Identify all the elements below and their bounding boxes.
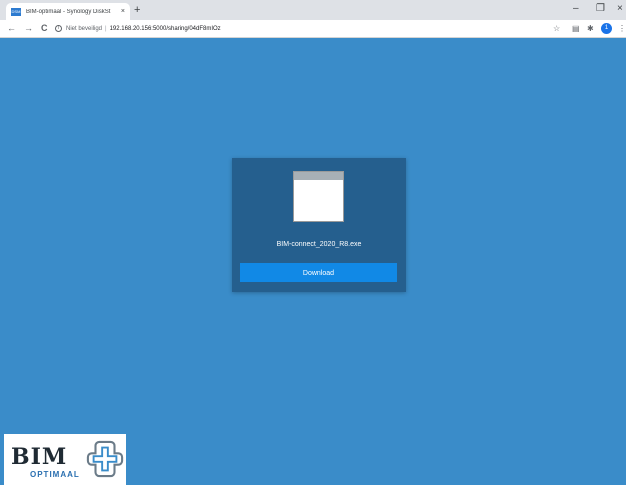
minimize-button[interactable]: –	[573, 3, 579, 15]
file-name: BIM-connect_2020_R8.exe	[276, 241, 362, 248]
file-icon	[293, 171, 344, 222]
browser-toolbar: ← → C i Niet beveiligd | 192.168.20.156:…	[0, 20, 626, 38]
close-window-button[interactable]: ×	[617, 3, 623, 15]
file-icon-titlebar	[294, 172, 343, 180]
close-tab-icon[interactable]: ×	[121, 8, 125, 15]
tab-title: BIM-optimaal - Synology DiskSt	[26, 8, 111, 15]
bookmark-star-icon[interactable]: ☆	[553, 23, 560, 34]
url-text[interactable]: 192.168.20.156:5000/sharing/04dF8mIOz	[110, 26, 221, 32]
maximize-button[interactable]: ❐	[596, 3, 605, 15]
security-label: Niet beveiligd	[66, 25, 103, 32]
profile-avatar[interactable]: 1	[601, 23, 612, 34]
plus-cross-icon	[86, 440, 124, 478]
back-button[interactable]: ←	[7, 22, 16, 34]
address-bar[interactable]: i Niet beveiligd | 192.168.20.156:5000/s…	[55, 22, 545, 35]
tab-strip: DSM BIM-optimaal - Synology DiskSt × + –…	[0, 0, 626, 20]
reload-button[interactable]: C	[41, 22, 48, 34]
share-page: BIM-connect_2020_R8.exe Download	[0, 38, 626, 485]
info-icon[interactable]: i	[55, 25, 62, 32]
extension-icon[interactable]: ▤	[572, 23, 580, 34]
browser-tab[interactable]: DSM BIM-optimaal - Synology DiskSt ×	[6, 3, 130, 20]
logo-main-text: BIM	[11, 444, 68, 470]
download-card: BIM-connect_2020_R8.exe Download	[232, 158, 406, 292]
new-tab-button[interactable]: +	[134, 3, 140, 17]
bim-optimaal-logo: BIM OPTIMAAL	[4, 434, 126, 485]
puzzle-icon[interactable]: ✱	[587, 23, 594, 34]
address-separator: |	[105, 25, 107, 32]
browser-menu-icon[interactable]: ⋮	[618, 23, 626, 34]
logo-sub-text: OPTIMAAL	[30, 470, 80, 479]
forward-button[interactable]: →	[24, 22, 33, 34]
synology-favicon-icon: DSM	[11, 7, 21, 16]
download-button[interactable]: Download	[240, 263, 397, 282]
